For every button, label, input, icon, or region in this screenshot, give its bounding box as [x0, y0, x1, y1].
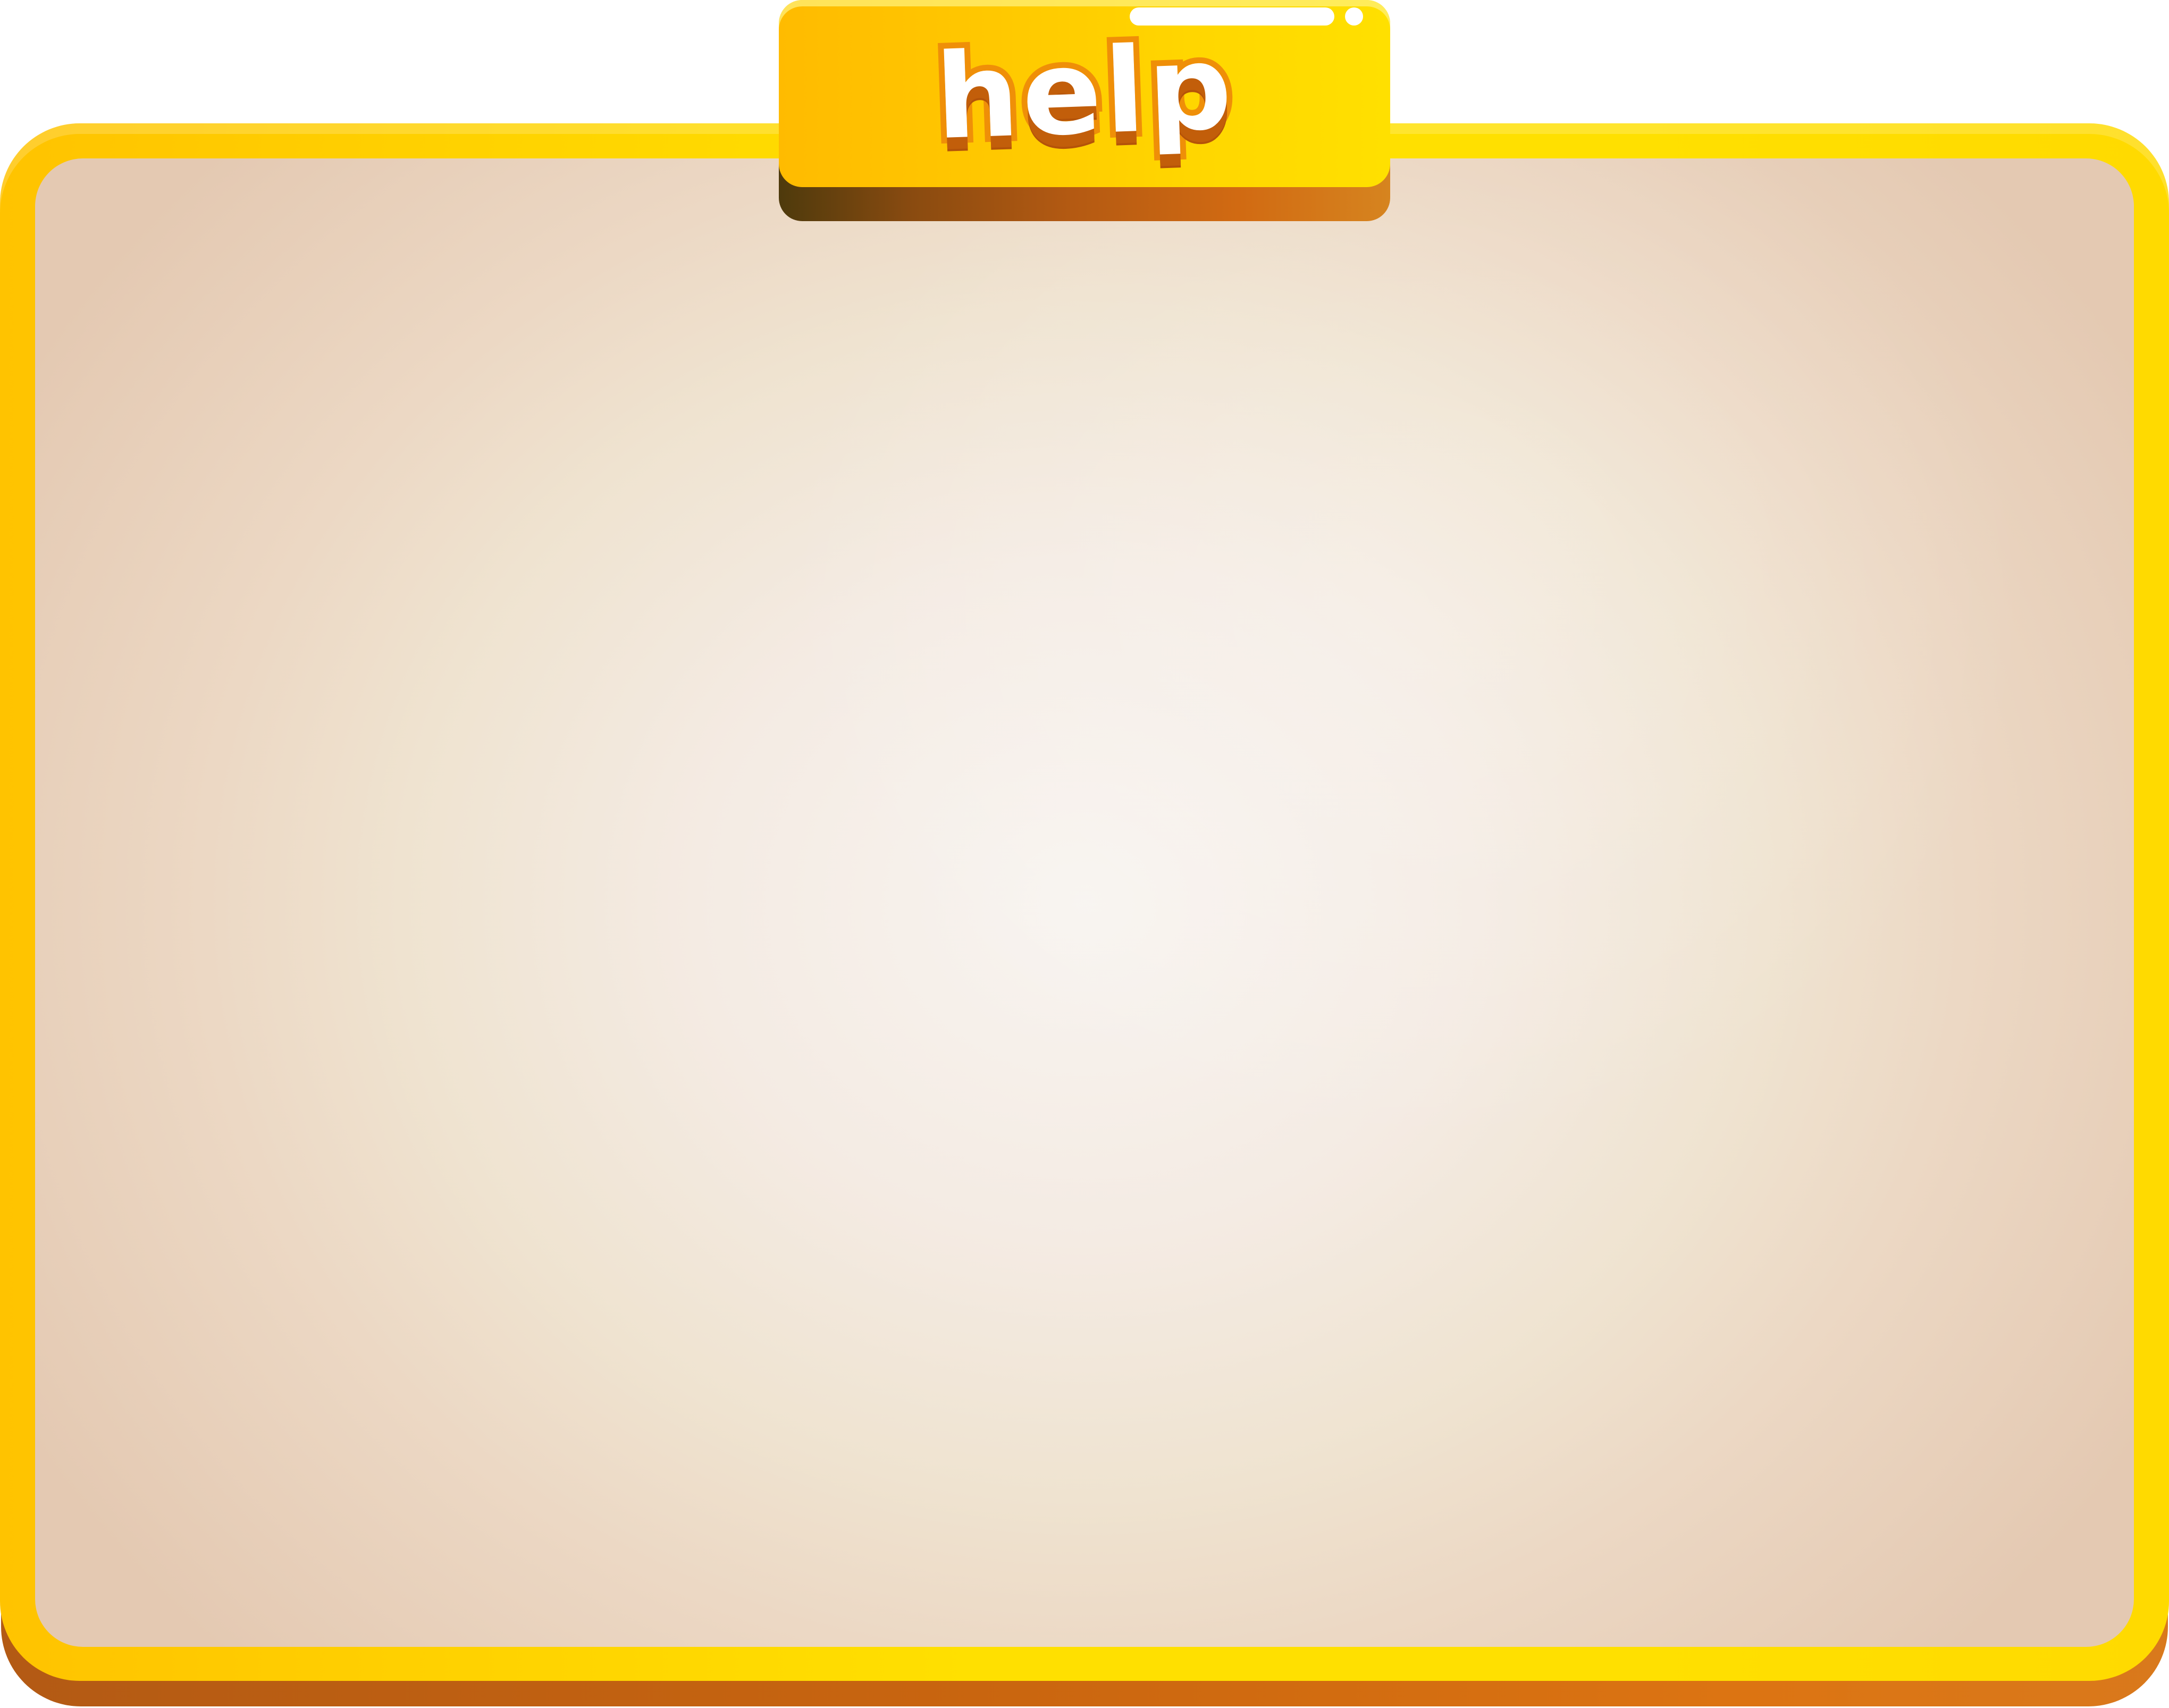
dialog-title: help: [928, 13, 1243, 171]
title-tab-highlight-dot: [1345, 7, 1363, 26]
title-container: help: [928, 13, 1243, 181]
panel-content-area: [35, 158, 2134, 1647]
help-dialog: help: [0, 0, 2169, 1708]
